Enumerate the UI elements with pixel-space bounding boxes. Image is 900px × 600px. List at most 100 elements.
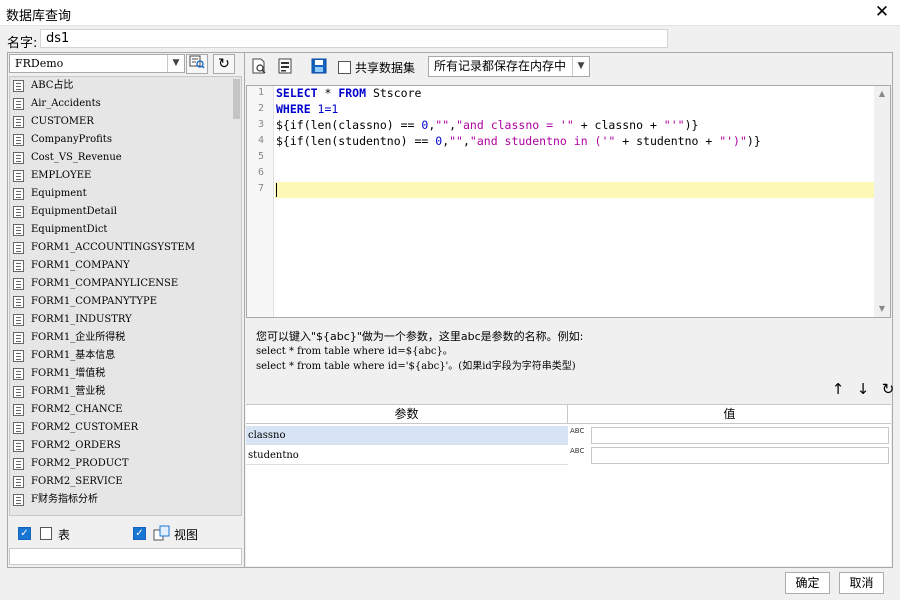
- table-list-item[interactable]: F财务指标分析: [10, 491, 241, 509]
- view-filter-label: 视图: [174, 528, 199, 542]
- line-number: 6: [257, 167, 264, 178]
- sql-editor[interactable]: 1234567 SELECT * FROM Stscore WHERE 1=1 …: [246, 85, 891, 318]
- param-value-header[interactable]: 值: [568, 405, 891, 424]
- parameter-table: 参数 值 classno ABC studentno ABC: [246, 404, 891, 566]
- table-icon: [13, 296, 24, 308]
- hint-line-3: select * from table where id='${abc}'。(如…: [256, 361, 576, 372]
- sql-text: *: [317, 86, 339, 100]
- ok-button[interactable]: 确定: [785, 572, 830, 594]
- name-input[interactable]: ds1: [40, 29, 668, 48]
- close-icon[interactable]: ✕: [872, 2, 892, 22]
- table-list-item[interactable]: CUSTOMER: [10, 113, 241, 131]
- sql-number: 1=1: [310, 102, 339, 116]
- table-name: FORM2_CUSTOMER: [31, 422, 139, 433]
- table-list-item[interactable]: FORM1_营业税: [10, 383, 241, 401]
- table-icon: [13, 440, 24, 452]
- table-list-item[interactable]: ABC占比: [10, 77, 241, 95]
- table-icon: [13, 188, 24, 200]
- arrow-up-icon[interactable]: ↑: [829, 380, 847, 398]
- preview-icon[interactable]: [251, 58, 267, 74]
- table-name: Cost_VS_Revenue: [31, 152, 122, 163]
- sql-text: + classno +: [573, 118, 664, 132]
- sql-string: "": [435, 118, 450, 132]
- table-list-item[interactable]: FORM1_基本信息: [10, 347, 241, 365]
- table-icon: [13, 350, 24, 362]
- sql-line-3: ${if(len(classno) == 0,"","and classno =…: [276, 118, 698, 132]
- table-icon: [13, 134, 24, 146]
- table-name: F财务指标分析: [31, 494, 98, 505]
- scrollbar-thumb[interactable]: [233, 79, 240, 119]
- table-icon: [13, 368, 24, 380]
- table-list-item[interactable]: FORM2_CUSTOMER: [10, 419, 241, 437]
- text-type-icon[interactable]: ABC: [568, 447, 590, 465]
- table-icon: [13, 278, 24, 290]
- table-name: FORM1_增值税: [31, 368, 106, 379]
- scroll-up-icon[interactable]: ▲: [874, 87, 890, 101]
- text-type-icon[interactable]: ABC: [568, 427, 590, 445]
- param-row[interactable]: classno ABC: [246, 426, 891, 445]
- table-name: EMPLOYEE: [31, 170, 92, 181]
- table-list-item[interactable]: FORM1_COMPANYLICENSE: [10, 275, 241, 293]
- table-icon: [13, 206, 24, 218]
- filter-row: ✓ 表 ✓ 视图: [8, 523, 245, 545]
- table-icon: [13, 80, 24, 92]
- table-list-item[interactable]: Air_Accidents: [10, 95, 241, 113]
- table-list-item[interactable]: FORM1_企业所得税: [10, 329, 241, 347]
- current-line-highlight: [275, 182, 875, 198]
- search-table-button[interactable]: [186, 54, 208, 74]
- param-value-input[interactable]: [591, 447, 889, 464]
- sql-file-icon[interactable]: [277, 58, 293, 74]
- table-list-item[interactable]: FORM1_COMPANYTYPE: [10, 293, 241, 311]
- table-browser: FRDemo ▼ ↻ ABC占比 Air_Accidents CUSTOMER Com…: [8, 53, 245, 567]
- line-number: 7: [257, 183, 264, 194]
- table-list-item[interactable]: FORM2_SERVICE: [10, 473, 241, 491]
- param-row[interactable]: studentno ABC: [246, 446, 891, 465]
- sql-string: "and classno = '": [456, 118, 574, 132]
- datasource-select[interactable]: FRDemo ▼: [9, 54, 185, 73]
- table-list[interactable]: ABC占比 Air_Accidents CUSTOMER CompanyProfits…: [9, 76, 242, 516]
- table-list-item[interactable]: FORM2_CHANCE: [10, 401, 241, 419]
- refresh-params-icon[interactable]: ↻: [879, 380, 897, 398]
- table-filter-input[interactable]: [9, 548, 242, 565]
- share-dataset-label: 共享数据集: [355, 61, 416, 75]
- param-name-header[interactable]: 参数: [246, 405, 568, 424]
- sql-string: "and studentno in ('": [469, 134, 616, 148]
- cancel-button[interactable]: 取消: [839, 572, 884, 594]
- param-name-cell[interactable]: studentno: [246, 446, 568, 465]
- table-name: FORM1_COMPANY: [31, 260, 130, 271]
- refresh-tables-button[interactable]: ↻: [213, 54, 235, 74]
- table-icon: [13, 170, 24, 182]
- chevron-down-icon[interactable]: ▼: [167, 55, 184, 72]
- arrow-down-icon[interactable]: ↓: [854, 380, 872, 398]
- table-list-item[interactable]: Cost_VS_Revenue: [10, 149, 241, 167]
- editor-scrollbar[interactable]: ▲ ▼: [874, 86, 890, 317]
- save-icon[interactable]: [311, 58, 327, 74]
- table-icon: [13, 494, 24, 506]
- chevron-down-icon[interactable]: ▼: [572, 57, 589, 76]
- table-list-item[interactable]: Equipment: [10, 185, 241, 203]
- table-list-item[interactable]: FORM1_INDUSTRY: [10, 311, 241, 329]
- table-icon: [13, 332, 24, 344]
- table-list-item[interactable]: CompanyProfits: [10, 131, 241, 149]
- param-name-cell[interactable]: classno: [246, 426, 568, 445]
- table-list-scrollbar[interactable]: [232, 77, 241, 515]
- sql-line-4: ${if(len(studentno) == 0,"","and student…: [276, 134, 761, 148]
- table-list-item[interactable]: FORM2_ORDERS: [10, 437, 241, 455]
- table-list-item[interactable]: FORM1_ACCOUNTINGSYSTEM: [10, 239, 241, 257]
- table-list-item[interactable]: FORM2_PRODUCT: [10, 455, 241, 473]
- table-list-item[interactable]: FORM1_增值税: [10, 365, 241, 383]
- storage-mode-select[interactable]: 所有记录都保存在内存中 ▼: [428, 56, 590, 77]
- share-dataset-checkbox[interactable]: [338, 61, 351, 74]
- table-name: FORM2_CHANCE: [31, 404, 123, 415]
- view-filter-checkbox[interactable]: ✓: [133, 527, 146, 540]
- table-list-item[interactable]: EquipmentDetail: [10, 203, 241, 221]
- table-name: Equipment: [31, 188, 87, 199]
- table-icon: [40, 527, 52, 540]
- table-list-item[interactable]: EquipmentDict: [10, 221, 241, 239]
- table-list-item[interactable]: EMPLOYEE: [10, 167, 241, 185]
- table-list-item[interactable]: FORM1_COMPANY: [10, 257, 241, 275]
- param-value-input[interactable]: [591, 427, 889, 444]
- table-filter-checkbox[interactable]: ✓: [18, 527, 31, 540]
- query-panel: 共享数据集 所有记录都保存在内存中 ▼ 1 2 3 4 5 6 7 SELECT * FRO…: [245, 53, 894, 567]
- scroll-down-icon[interactable]: ▼: [874, 302, 890, 316]
